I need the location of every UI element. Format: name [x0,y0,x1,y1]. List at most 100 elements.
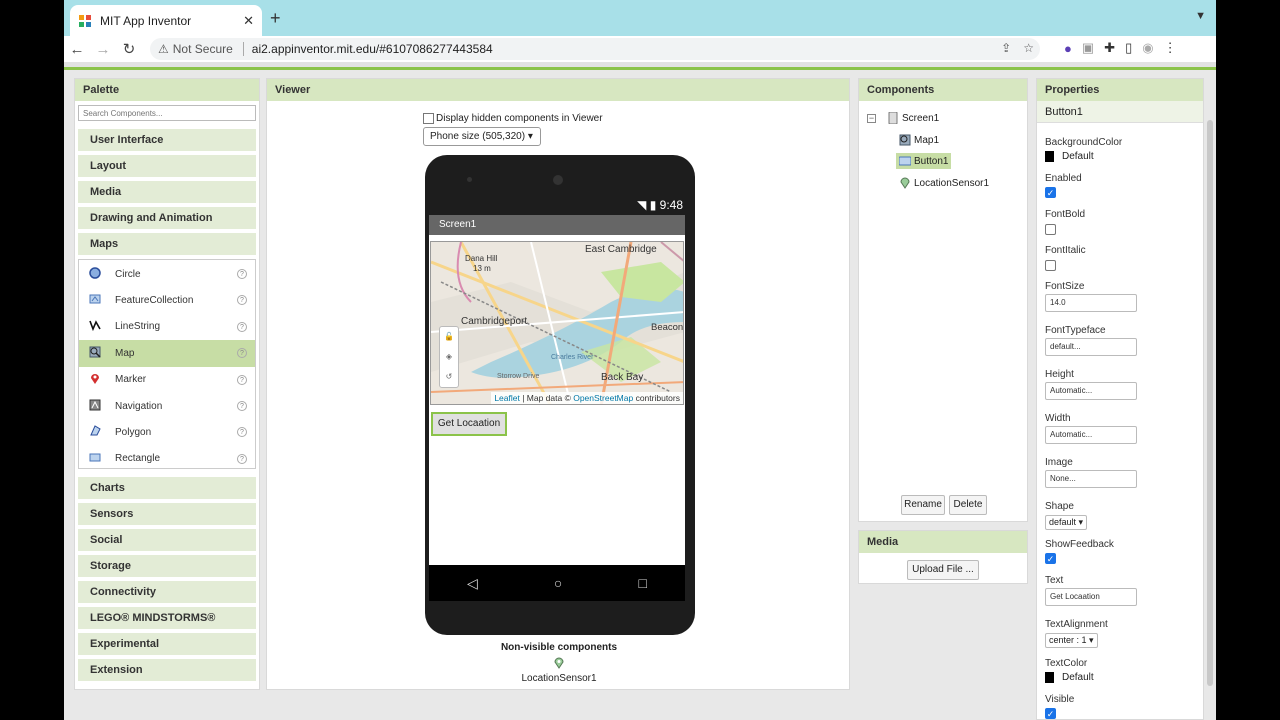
rename-button[interactable]: Rename [901,495,945,515]
textalignment-select[interactable]: center : 1 ▾ [1045,633,1098,648]
linestring-icon [87,319,103,334]
help-icon[interactable]: ? [237,321,247,332]
tab-list-chevron-icon[interactable]: ▼ [1195,10,1206,22]
share-icon[interactable]: ⇪ [1001,41,1011,55]
map-label-east-cambridge: East Cambridge [585,244,657,255]
search-components-input[interactable] [78,105,256,121]
map-label-dana-hill: Dana Hill [465,254,498,263]
extensions-puzzle-icon[interactable]: ✚ [1104,40,1115,56]
category-user-interface[interactable]: User Interface [78,129,256,151]
bookmark-star-icon[interactable]: ☆ [1023,41,1034,55]
map-label-beacon: Beacon [651,322,684,333]
phone-status-bar: ◥ ▮ 9:48 [429,195,691,215]
help-icon[interactable]: ? [237,400,247,411]
osm-link[interactable]: OpenStreetMap [573,393,633,403]
tab-close-icon[interactable]: ✕ [243,13,254,29]
tree-item-button1[interactable]: Button1 [896,153,952,169]
prop-label-visible: Visible [1045,694,1075,705]
fontbold-checkbox[interactable] [1045,224,1056,235]
screen: MIT App Inventor ✕ + ▼ ← → ↻ ⚠ Not Secur… [64,0,1216,720]
new-tab-icon[interactable]: + [270,8,281,29]
category-layout[interactable]: Layout [78,155,256,177]
extension-badge-icon[interactable]: ● [1064,41,1072,56]
back-arrow-icon[interactable]: ← [64,41,90,58]
browser-tab[interactable]: MIT App Inventor ✕ [70,5,262,36]
reload-icon[interactable]: ↻ [116,40,142,58]
category-charts[interactable]: Charts [78,477,256,499]
delete-button[interactable]: Delete [949,495,987,515]
fontsize-input[interactable]: 14.0 [1045,294,1137,312]
browser-menu-icon[interactable]: ⋮ [1164,40,1177,56]
palette-item-linestring[interactable]: LineString ? [79,314,255,340]
get-location-button[interactable]: Get Locaation [431,412,507,436]
width-input[interactable]: Automatic... [1045,426,1137,444]
locate-icon[interactable]: ◈ [440,347,458,367]
button-icon [898,155,912,167]
category-media[interactable]: Media [78,181,256,203]
category-social[interactable]: Social [78,529,256,551]
enabled-checkbox[interactable]: ✓ [1045,187,1056,198]
palette-item-map[interactable]: Map ? [79,340,255,367]
help-icon[interactable]: ? [237,295,247,306]
map-label-storrow: Storrow Drive [497,373,540,380]
page-scrollbar[interactable] [1207,120,1213,686]
leaflet-link[interactable]: Leaflet [494,393,520,403]
text-input[interactable]: Get Locaation [1045,588,1137,606]
properties-title: Properties [1037,79,1203,101]
category-maps[interactable]: Maps [78,233,256,255]
help-icon[interactable]: ? [237,453,247,464]
phone-camera [553,175,563,185]
prop-textcolor-value[interactable]: Default [1045,672,1094,683]
extension-gray-icon[interactable]: ▣ [1082,40,1094,56]
palette-item-rectangle[interactable]: Rectangle ? [79,446,255,472]
display-hidden-checkbox[interactable] [423,113,434,124]
palette-item-featurecollection[interactable]: FeatureCollection ? [79,287,255,313]
collapse-toggle-icon[interactable]: − [867,114,876,123]
map-icon [899,134,911,146]
help-icon[interactable]: ? [237,374,247,385]
nav-back-icon: ◁ [467,574,478,591]
help-icon[interactable]: ? [237,269,247,279]
category-drawing-animation[interactable]: Drawing and Animation [78,207,256,229]
category-connectivity[interactable]: Connectivity [78,581,256,603]
height-input[interactable]: Automatic... [1045,382,1137,400]
help-icon[interactable]: ? [237,427,247,438]
prop-label-fontbold: FontBold [1045,209,1086,220]
fonttypeface-input[interactable]: default... [1045,338,1137,356]
category-experimental[interactable]: Experimental [78,633,256,655]
reset-rotation-icon[interactable]: ↺ [440,367,458,387]
screen-titlebar: Screen1 [429,215,685,235]
help-icon[interactable]: ? [237,348,247,359]
palette-item-polygon[interactable]: Polygon ? [79,419,255,445]
tree-item-locationsensor1[interactable]: LocationSensor1 [899,177,989,189]
prop-label-image: Image [1045,457,1073,468]
map-component[interactable]: East Cambridge Dana Hill 13 m Cambridgep… [430,241,684,405]
location-sensor-icon[interactable] [554,657,564,672]
palette-item-marker[interactable]: Marker ? [79,367,255,393]
lock-icon[interactable]: 🔓 [440,327,458,347]
prop-label-textalignment: TextAlignment [1045,619,1108,630]
phone-size-select[interactable]: Phone size (505,320) ▾ [423,127,541,146]
image-input[interactable]: None... [1045,470,1137,488]
shape-select[interactable]: default ▾ [1045,515,1088,530]
address-bar[interactable]: ⚠ Not Secure ai2.appinventor.mit.edu/#61… [150,38,1040,60]
palette-item-label: Navigation [115,400,163,412]
category-storage[interactable]: Storage [78,555,256,577]
visible-checkbox[interactable]: ✓ [1045,708,1056,719]
display-hidden-toggle[interactable]: Display hidden components in Viewer [423,113,603,124]
category-lego-mindstorms[interactable]: LEGO® MINDSTORMS® [78,607,256,629]
palette-item-circle[interactable]: Circle ? [79,261,255,287]
prop-backgroundcolor-value[interactable]: Default [1045,151,1094,162]
side-panel-icon[interactable]: ▯ [1125,40,1132,56]
profile-avatar-icon[interactable]: ◉ [1142,40,1153,56]
fontitalic-checkbox[interactable] [1045,260,1056,271]
tree-item-map1[interactable]: Map1 [899,134,939,146]
tree-item-screen1[interactable]: Screen1 [887,111,939,125]
forward-arrow-icon[interactable]: → [90,41,116,58]
showfeedback-checkbox[interactable]: ✓ [1045,553,1056,564]
palette-item-navigation[interactable]: Navigation ? [79,393,255,419]
upload-file-button[interactable]: Upload File ... [907,560,979,580]
category-extension[interactable]: Extension [78,659,256,681]
category-sensors[interactable]: Sensors [78,503,256,525]
screen-icon [887,111,899,125]
